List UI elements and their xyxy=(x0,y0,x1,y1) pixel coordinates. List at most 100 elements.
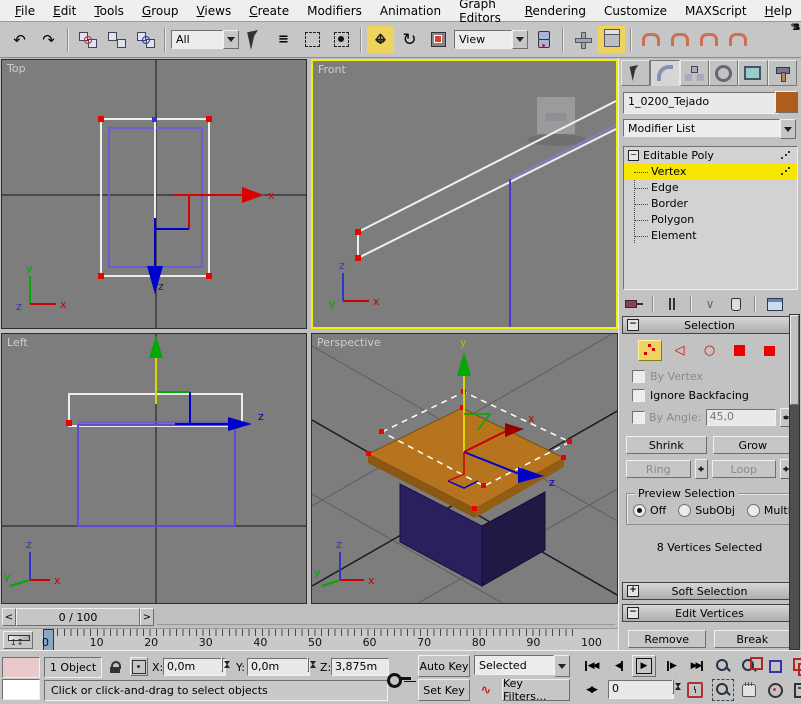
viewport-perspective[interactable]: Perspective y x z z x y xyxy=(311,333,618,604)
menu-views[interactable]: Views xyxy=(187,2,240,20)
auto-key-button[interactable]: Auto Key xyxy=(418,655,470,677)
open-mini-curve-editor-button[interactable] xyxy=(3,631,33,649)
pan-icon[interactable] xyxy=(738,679,760,701)
menu-file[interactable]: File xyxy=(6,2,44,20)
spinner-snap-toggle-icon[interactable]: ⇅ xyxy=(724,23,800,53)
shrink-button[interactable]: Shrink xyxy=(626,436,707,454)
use-pivot-point-center-icon[interactable] xyxy=(530,26,557,53)
stack-row-editable-poly[interactable]: − Editable Poly xyxy=(624,147,797,163)
break-button[interactable]: Break xyxy=(713,630,791,648)
menu-rendering[interactable]: Rendering xyxy=(516,2,595,20)
time-slider-handle[interactable]: 0 / 100 xyxy=(16,608,140,626)
key-mode-toggle-icon[interactable]: ◀▶ xyxy=(578,679,604,701)
play-animation-icon[interactable]: ▶ xyxy=(632,655,656,677)
stack-row-vertex[interactable]: Vertex xyxy=(624,163,797,179)
keyboard-shortcut-override-icon[interactable] xyxy=(598,26,625,53)
zoom-icon[interactable] xyxy=(712,655,734,677)
tab-utilities[interactable] xyxy=(767,60,797,86)
house-model[interactable] xyxy=(366,407,566,587)
front-viewport-canvas[interactable]: z x y xyxy=(313,61,616,327)
by-angle-checkbox[interactable] xyxy=(632,411,645,424)
menu-customize[interactable]: Customize xyxy=(595,2,676,20)
left-viewport-canvas[interactable]: z z x y xyxy=(2,334,307,604)
soft-selection-rollout-header[interactable]: + Soft Selection xyxy=(622,582,797,600)
panel-scrollbar[interactable] xyxy=(789,314,800,650)
tab-motion[interactable] xyxy=(708,60,739,86)
x-spinner[interactable] xyxy=(221,657,223,672)
selection-set-dropdown[interactable]: Selected xyxy=(474,655,570,677)
zoom-extents-icon[interactable] xyxy=(764,655,786,677)
preview-subobj-radio[interactable] xyxy=(678,504,692,517)
ignore-backfacing-checkbox[interactable] xyxy=(632,389,645,402)
stack-row-element[interactable]: Element xyxy=(624,227,797,243)
maximize-viewport-toggle-icon[interactable] xyxy=(790,679,801,701)
default-in-out-tangents-icon[interactable]: ∿ xyxy=(474,679,498,701)
object-name-field[interactable]: 1_0200_Tejado xyxy=(623,92,779,114)
remove-button[interactable]: Remove xyxy=(628,630,706,648)
show-end-result-icon[interactable] xyxy=(661,295,683,313)
undo-icon[interactable]: ↶ xyxy=(6,26,33,53)
reference-coordinate-dropdown[interactable]: View xyxy=(454,29,528,50)
modifier-list-dropdown[interactable]: Modifier List xyxy=(623,119,796,139)
subobject-border-button[interactable]: ○ xyxy=(698,340,722,361)
ring-button[interactable]: Ring xyxy=(626,460,691,478)
macro-recorder-pane[interactable] xyxy=(2,657,40,678)
time-configuration-icon[interactable] xyxy=(684,679,706,701)
tab-modify[interactable] xyxy=(650,60,680,86)
previous-frame-icon[interactable]: ◀ xyxy=(608,655,630,677)
time-slider-track[interactable] xyxy=(157,610,615,625)
maxscript-mini-listener[interactable] xyxy=(2,679,40,700)
track-bar-ruler[interactable]: 0 10 20 30 40 50 60 70 80 90 100 xyxy=(38,629,618,652)
next-frame-icon[interactable]: ▶ xyxy=(660,655,682,677)
select-object-icon[interactable] xyxy=(241,26,268,53)
select-and-move-icon[interactable]: ↔ ↕ xyxy=(367,26,394,53)
rectangular-selection-region-icon[interactable] xyxy=(299,26,326,53)
frame-spinner[interactable] xyxy=(672,679,674,694)
by-vertex-checkbox[interactable] xyxy=(632,370,645,383)
x-coordinate-field[interactable]: 0,0m xyxy=(163,658,226,676)
redo-icon[interactable]: ↷ xyxy=(35,26,62,53)
grow-button[interactable]: Grow xyxy=(712,436,793,454)
make-unique-icon[interactable]: ∨ xyxy=(699,295,721,313)
menu-create[interactable]: Create xyxy=(240,2,298,20)
menu-maxscript[interactable]: MAXScript xyxy=(676,2,756,20)
y-spinner[interactable] xyxy=(307,657,309,672)
viewport-left[interactable]: Left z z x y xyxy=(1,333,307,604)
selection-lock-toggle-icon[interactable] xyxy=(106,657,124,676)
viewport-front-label[interactable]: Front xyxy=(318,63,346,76)
go-to-end-icon[interactable]: ▶▶ xyxy=(684,655,710,677)
menu-group[interactable]: Group xyxy=(133,2,188,20)
preview-multi-radio[interactable] xyxy=(746,504,760,517)
subobject-edge-button[interactable]: ◁ xyxy=(668,340,692,361)
modifier-stack[interactable]: − Editable Poly Vertex Edge Border Polyg… xyxy=(623,146,798,290)
menu-modifiers[interactable]: Modifiers xyxy=(298,2,371,20)
edit-vertices-rollout-header[interactable]: − Edit Vertices xyxy=(622,604,797,622)
menu-help[interactable]: Help xyxy=(756,2,801,20)
selection-rollout-header[interactable]: − Selection xyxy=(622,316,797,334)
object-color-swatch[interactable] xyxy=(775,91,798,113)
dropdown-arrow-icon[interactable] xyxy=(554,655,570,677)
zoom-region-icon[interactable] xyxy=(712,679,734,701)
select-by-name-icon[interactable]: ≡ xyxy=(270,26,297,53)
go-to-start-icon[interactable]: ◀◀ xyxy=(578,655,604,677)
perspective-viewport-canvas[interactable]: y x z z x y xyxy=(312,334,618,604)
select-and-scale-icon[interactable] xyxy=(425,26,452,53)
set-key-button[interactable]: Set Key xyxy=(418,679,470,701)
absolute-mode-transform-icon[interactable] xyxy=(130,657,148,676)
menu-animation[interactable]: Animation xyxy=(371,2,450,20)
panel-scrollbar-thumb[interactable] xyxy=(790,315,799,405)
preview-off-radio[interactable] xyxy=(633,504,646,517)
selection-filter-dropdown[interactable]: All xyxy=(171,29,239,50)
time-slider-prev-arrow[interactable]: < xyxy=(2,608,16,626)
viewport-top-label[interactable]: Top xyxy=(7,62,26,75)
select-and-link-icon[interactable] xyxy=(74,26,101,53)
viewport-perspective-label[interactable]: Perspective xyxy=(317,336,381,349)
loop-button[interactable]: Loop xyxy=(711,460,776,478)
unlink-selection-icon[interactable] xyxy=(103,26,130,53)
z-coordinate-field[interactable]: 3,875m xyxy=(331,658,389,676)
zoom-all-icon[interactable] xyxy=(738,655,763,677)
viewport-left-label[interactable]: Left xyxy=(7,336,28,349)
collapse-icon[interactable]: − xyxy=(628,149,639,161)
viewport-front[interactable]: Front z x y xyxy=(311,59,618,329)
stack-row-border[interactable]: Border xyxy=(624,195,797,211)
